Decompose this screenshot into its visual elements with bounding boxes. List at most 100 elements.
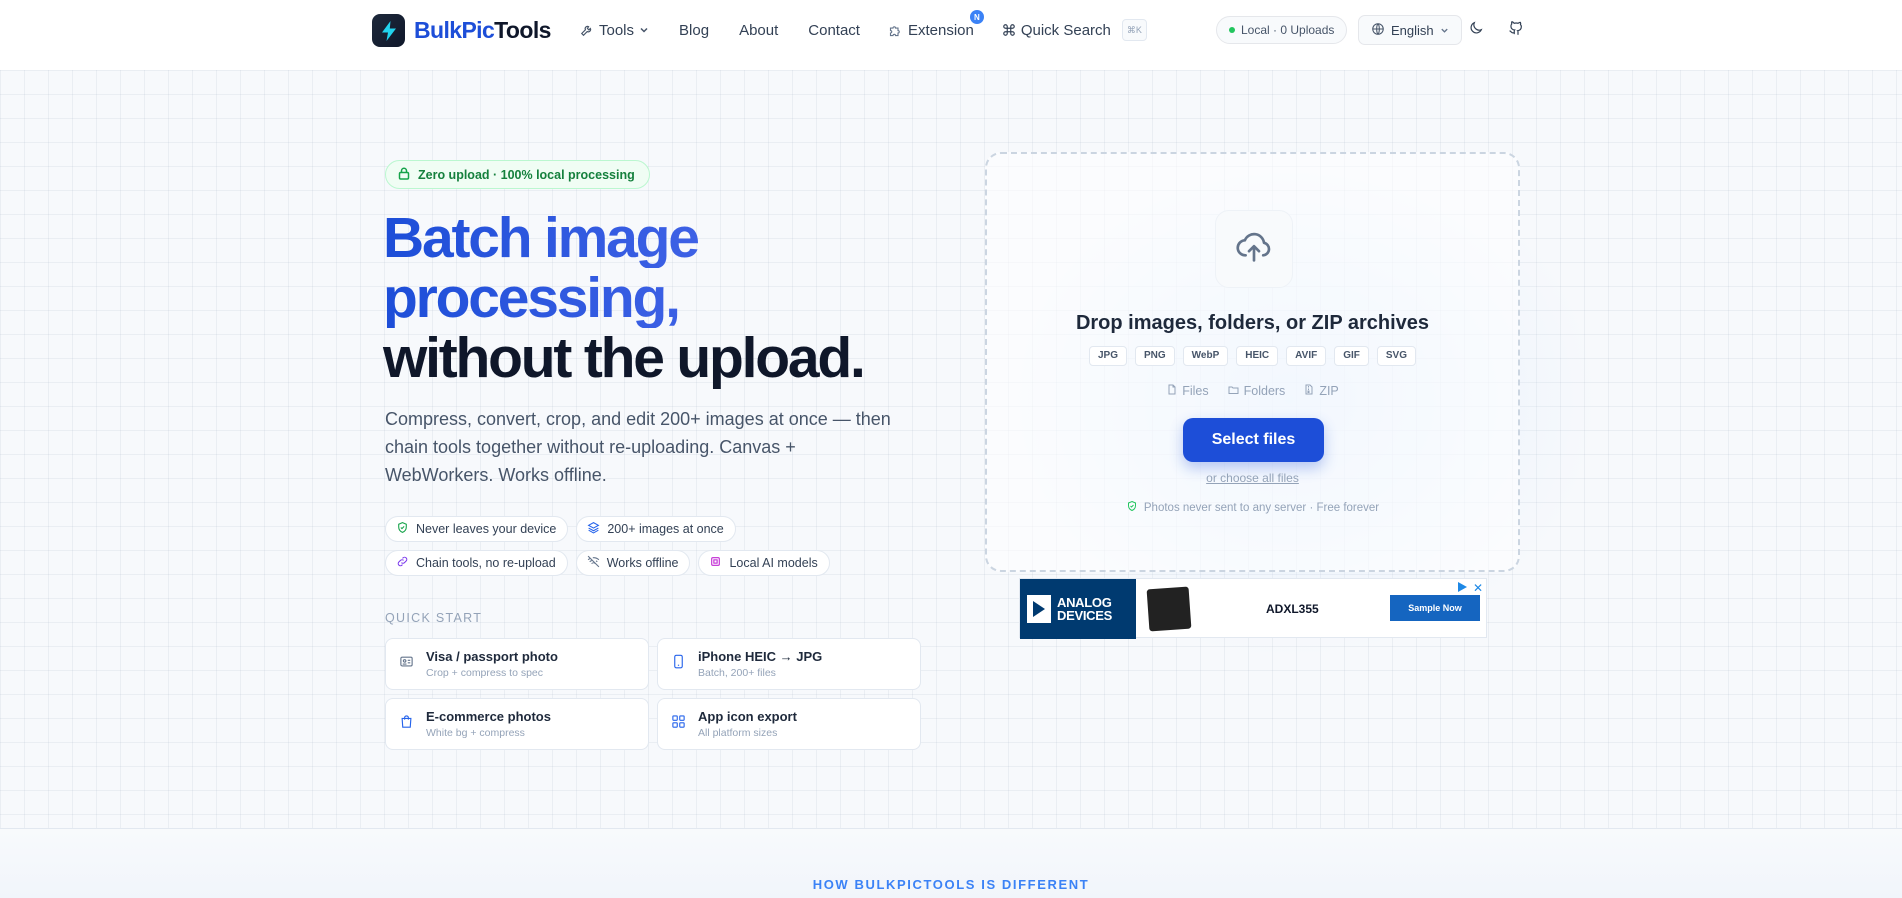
language-label: English xyxy=(1391,22,1434,38)
nav-about-link[interactable]: About xyxy=(739,18,778,42)
input-kind-label: Files xyxy=(1182,384,1209,398)
hero-subtitle: Compress, convert, crop, and edit 200+ i… xyxy=(385,409,891,485)
cpu-icon xyxy=(709,555,722,571)
quick-start-desc: Crop + compress to spec xyxy=(426,667,544,679)
quick-start-visa-passport[interactable]: Visa / passport photo Crop + compress to… xyxy=(385,638,649,690)
quick-start-title: E-commerce photos xyxy=(426,709,551,724)
zip-icon xyxy=(1303,383,1315,399)
file-dropzone[interactable]: Drop images, folders, or ZIP archives JP… xyxy=(985,152,1520,572)
format-tag: JPG xyxy=(1088,346,1127,366)
quick-start-title: iPhone HEIC → JPG xyxy=(698,649,823,664)
ad-product-name: ADXL355 xyxy=(1266,602,1319,616)
quick-start-app-icon[interactable]: App icon export All platform sizes xyxy=(657,698,921,750)
hero-grid-background xyxy=(0,70,1902,828)
zero-upload-text: Zero upload · 100% local processing xyxy=(418,167,635,182)
shield-check-icon xyxy=(396,521,409,537)
quick-start-grid: Visa / passport photo Crop + compress to… xyxy=(385,638,921,750)
feature-chip: Chain tools, no re-upload xyxy=(385,550,568,576)
nav-contact-link[interactable]: Contact xyxy=(808,18,860,42)
chevron-down-icon xyxy=(1440,23,1449,38)
moon-icon xyxy=(1468,20,1484,41)
quick-start-iphone-heic[interactable]: iPhone HEIC → JPG Batch, 200+ files xyxy=(657,638,921,690)
input-kind-label: ZIP xyxy=(1319,384,1339,398)
grid-icon xyxy=(671,714,686,734)
input-kind-label: Folders xyxy=(1243,384,1286,398)
chevron-down-icon xyxy=(639,25,649,35)
shopping-bag-icon xyxy=(399,714,414,734)
lock-icon xyxy=(398,167,410,183)
nav-extension-label: Extension xyxy=(907,21,974,39)
github-link[interactable] xyxy=(1505,19,1527,41)
feature-chip-label: Chain tools, no re-upload xyxy=(416,556,556,570)
feature-chips: Never leaves your device 200+ images at … xyxy=(385,516,905,576)
nav-tools-dropdown[interactable]: Tools xyxy=(580,18,649,42)
id-card-icon xyxy=(399,654,414,674)
format-tag: WebP xyxy=(1182,346,1229,366)
privacy-note-text: Photos never sent to any server · Free f… xyxy=(1143,501,1380,514)
ad-product-image xyxy=(1146,586,1192,632)
github-icon xyxy=(1508,20,1524,41)
quick-start-desc: All platform sizes xyxy=(698,727,778,739)
quick-start-text: iPhone HEIC → JPG Batch, 200+ files xyxy=(698,649,822,679)
quick-start-title: App icon export xyxy=(698,709,797,724)
status-dot-icon xyxy=(1229,27,1235,33)
feature-chip: Never leaves your device xyxy=(385,516,569,542)
folder-icon xyxy=(1227,384,1240,399)
feature-chip: 200+ images at once xyxy=(576,516,736,542)
layers-icon xyxy=(587,521,600,537)
ad-brand-line-2: DEVICES xyxy=(1057,608,1112,623)
feature-chip-label: Never leaves your device xyxy=(416,522,557,536)
format-tag: HEIC xyxy=(1236,346,1279,366)
format-list: JPG PNG WebP HEIC AVIF GIF SVG xyxy=(987,346,1518,366)
ad-choices-icon[interactable] xyxy=(1456,581,1468,593)
quick-start-desc: White bg + compress xyxy=(426,727,525,739)
hero-headline: Batch image processing, without the uplo… xyxy=(383,208,866,390)
nav-extension-link[interactable]: Extension N xyxy=(888,10,984,42)
feature-chip: Works offline xyxy=(575,550,691,576)
site-logo[interactable]: BulkPicTools xyxy=(372,14,551,47)
phone-icon xyxy=(671,654,686,674)
lightning-logo-icon xyxy=(372,14,405,47)
advertisement-banner[interactable]: ANALOG DEVICES ADXL355 Sample Now ✕ xyxy=(1019,578,1487,639)
dark-mode-toggle[interactable] xyxy=(1465,19,1487,41)
input-kind-files: Files xyxy=(1166,383,1209,399)
nav-tools-label: Tools xyxy=(599,21,635,39)
quick-start-label: QUICK START xyxy=(385,611,483,625)
nav-quick-search[interactable]: Quick Search ⌘K xyxy=(1002,18,1147,42)
ad-cta-button[interactable]: Sample Now xyxy=(1390,595,1480,621)
keyboard-shortcut: ⌘K xyxy=(1121,19,1147,41)
section-eyebrow: HOW BULKPICTOOLS IS DIFFERENT xyxy=(812,877,1090,892)
upload-cloud-box xyxy=(1215,210,1293,288)
local-status-badge: Local · 0 Uploads xyxy=(1216,16,1348,44)
feature-chip-label: 200+ images at once xyxy=(607,522,724,536)
format-tag: SVG xyxy=(1376,346,1417,366)
privacy-note: Photos never sent to any server · Free f… xyxy=(987,500,1518,515)
format-tag: GIF xyxy=(1334,346,1369,366)
format-tag: PNG xyxy=(1134,346,1175,366)
new-badge: N xyxy=(969,10,984,24)
input-kinds: Files Folders ZIP xyxy=(987,383,1518,399)
headline-line-2: processing, xyxy=(383,268,864,328)
link-icon xyxy=(396,555,409,571)
quick-start-desc: Batch, 200+ files xyxy=(698,667,776,679)
nav-blog-link[interactable]: Blog xyxy=(679,18,709,42)
headline-line-3: without the upload. xyxy=(383,326,866,390)
quick-start-ecommerce[interactable]: E-commerce photos White bg + compress xyxy=(385,698,649,750)
choose-all-files-link[interactable]: or choose all files xyxy=(987,471,1518,485)
wrench-icon xyxy=(580,23,594,37)
nav-blog-label: Blog xyxy=(679,21,710,39)
nav-contact-label: Contact xyxy=(808,21,860,39)
feature-chip-label: Works offline xyxy=(606,556,679,570)
language-selector[interactable]: English xyxy=(1358,15,1462,45)
site-header: BulkPicTools Tools Blog About Contact Ex… xyxy=(0,0,1902,70)
ad-close-icon[interactable]: ✕ xyxy=(1473,581,1483,595)
analog-devices-logo-icon xyxy=(1027,595,1051,623)
zero-upload-badge: Zero upload · 100% local processing xyxy=(385,160,650,189)
input-kind-zip: ZIP xyxy=(1303,383,1339,399)
quick-start-text: App icon export All platform sizes xyxy=(698,709,797,739)
ad-brand-logo: ANALOG DEVICES xyxy=(1020,579,1136,639)
feature-chip: Local AI models xyxy=(698,550,830,576)
main-nav: Tools Blog About Contact Extension N Qui… xyxy=(580,10,1147,42)
select-files-button[interactable]: Select files xyxy=(1183,418,1324,462)
globe-icon xyxy=(1371,22,1385,39)
